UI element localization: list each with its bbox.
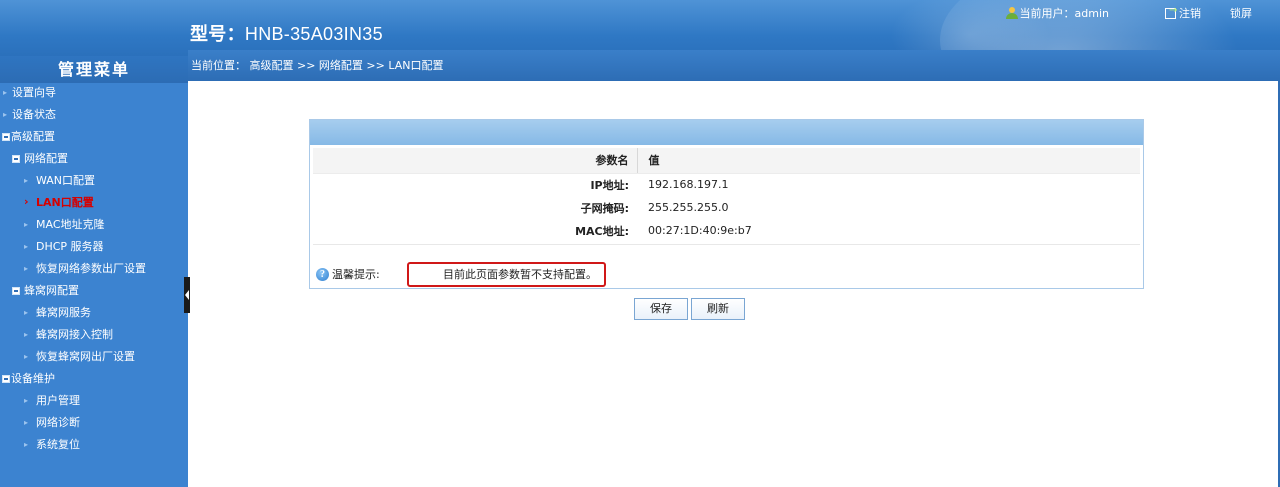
sidebar: 管理菜单 ▸ 设置向导 ▸ 设备状态 高级配置 网络配置 ▸ WAN口配置 › LAN口… — [0, 56, 188, 487]
sidebar-item-device-status[interactable]: ▸ 设备状态 — [0, 104, 188, 126]
table-row: 子网掩码: 255.255.255.0 — [313, 196, 1140, 219]
sidebar-item-label: 网络诊断 — [36, 416, 80, 429]
sidebar-item-system-reset[interactable]: ▸ 系统复位 — [0, 434, 188, 456]
sidebar-item-label: 恢复网络参数出厂设置 — [36, 262, 146, 275]
bullet-icon: ▸ — [24, 352, 29, 361]
sidebar-item-advanced-config[interactable]: 高级配置 — [0, 126, 188, 148]
sidebar-item-network-config[interactable]: 网络配置 — [0, 148, 188, 170]
bullet-icon: ▸ — [24, 330, 29, 339]
header-value: 值 — [636, 148, 1140, 174]
collapse-icon — [12, 287, 20, 295]
sidebar-item-label: 系统复位 — [36, 438, 80, 451]
sidebar-item-label: 网络配置 — [24, 152, 68, 165]
sidebar-item-label: DHCP 服务器 — [36, 240, 104, 253]
sidebar-title: 管理菜单 — [0, 56, 188, 83]
breadcrumb-bar: 当前位置： 高级配置 >> 网络配置 >> LAN口配置 — [188, 50, 1280, 81]
bullet-icon: ▸ — [24, 396, 29, 405]
sidebar-item-cellular-factory-reset[interactable]: ▸ 恢复蜂窝网出厂设置 — [0, 346, 188, 368]
collapse-icon — [12, 155, 20, 163]
sidebar-item-label: MAC地址克隆 — [36, 218, 105, 231]
sidebar-item-label: 蜂窝网服务 — [36, 306, 91, 319]
tip-message: 目前此页面参数暂不支持配置。 — [407, 262, 606, 287]
lock-screen-label: 锁屏 — [1230, 7, 1252, 20]
sidebar-item-label: 设置向导 — [12, 86, 56, 99]
sidebar-item-network-factory-reset[interactable]: ▸ 恢复网络参数出厂设置 — [0, 258, 188, 280]
panel-header — [310, 120, 1143, 145]
chevron-right-icon: › — [24, 195, 29, 208]
logout-link[interactable]: 注销 — [1165, 5, 1201, 21]
sidebar-item-label: 蜂窝网配置 — [24, 284, 79, 297]
row-value: 00:27:1D:40:9e:b7 — [648, 224, 752, 237]
logout-label: 注销 — [1179, 7, 1201, 20]
sidebar-item-device-maintenance[interactable]: 设备维护 — [0, 368, 188, 390]
row-value: 192.168.197.1 — [648, 178, 729, 192]
table-header-row: 参数名 值 — [313, 148, 1140, 174]
header-param-name: 参数名 — [313, 148, 637, 174]
model-value: HNB-35A03IN35 — [244, 24, 383, 44]
info-icon: ? — [316, 267, 329, 281]
sidebar-item-label: WAN口配置 — [36, 174, 96, 187]
sidebar-item-mac-clone[interactable]: ▸ MAC地址克隆 — [0, 214, 188, 236]
sidebar-item-user-management[interactable]: ▸ 用户管理 — [0, 390, 188, 412]
bullet-icon: ▸ — [24, 220, 29, 229]
sidebar-item-wan-config[interactable]: ▸ WAN口配置 — [0, 170, 188, 192]
sidebar-item-label: 蜂窝网接入控制 — [36, 328, 113, 341]
breadcrumb: 当前位置： 高级配置 >> 网络配置 >> LAN口配置 — [191, 59, 444, 72]
row-name: MAC地址: — [575, 224, 629, 238]
table-row: MAC地址: 00:27:1D:40:9e:b7 — [313, 219, 1140, 242]
current-user: 当前用户：admin — [1005, 5, 1109, 21]
bullet-icon: ▸ — [24, 264, 29, 273]
sidebar-item-cellular-config[interactable]: 蜂窝网配置 — [0, 280, 188, 302]
model-title: 型号：HNB-35A03IN35 — [190, 20, 383, 46]
sidebar-item-setup-wizard[interactable]: ▸ 设置向导 — [0, 82, 188, 104]
row-name: IP地址: — [590, 178, 629, 192]
logout-icon — [1165, 5, 1177, 19]
param-table: 参数名 值 IP地址: 192.168.197.1 子网掩码: 255.255.… — [313, 148, 1140, 242]
bullet-icon: ▸ — [3, 110, 8, 119]
sidebar-item-lan-config[interactable]: › LAN口配置 — [0, 192, 188, 214]
lan-config-panel: 参数名 值 IP地址: 192.168.197.1 子网掩码: 255.255.… — [309, 119, 1144, 289]
bullet-icon: ▸ — [24, 176, 29, 185]
model-label: 型号： — [190, 24, 245, 44]
collapse-icon — [2, 133, 10, 141]
current-user-label: 当前用户：admin — [1019, 7, 1109, 20]
save-button[interactable]: 保存 — [634, 298, 688, 320]
lock-screen-link[interactable]: 锁屏 — [1230, 5, 1252, 21]
user-icon — [1005, 7, 1019, 19]
sidebar-item-label: 设备维护 — [11, 372, 55, 385]
sidebar-item-cellular-service[interactable]: ▸ 蜂窝网服务 — [0, 302, 188, 324]
sidebar-item-cellular-access-control[interactable]: ▸ 蜂窝网接入控制 — [0, 324, 188, 346]
bullet-icon: ▸ — [3, 88, 8, 97]
bullet-icon: ▸ — [24, 242, 29, 251]
sidebar-item-label: LAN口配置 — [36, 196, 94, 209]
bullet-icon: ▸ — [24, 418, 29, 427]
bullet-icon: ▸ — [24, 308, 29, 317]
sidebar-collapse-handle[interactable] — [184, 277, 190, 313]
sidebar-item-label: 用户管理 — [36, 394, 80, 407]
row-value: 255.255.255.0 — [648, 201, 729, 214]
tip-label-text: 温馨提示: — [332, 268, 380, 281]
bullet-icon: ▸ — [24, 440, 29, 449]
sidebar-item-label: 高级配置 — [11, 130, 55, 143]
sidebar-item-network-diagnostics[interactable]: ▸ 网络诊断 — [0, 412, 188, 434]
collapse-icon — [2, 375, 10, 383]
sidebar-menu: ▸ 设置向导 ▸ 设备状态 高级配置 网络配置 ▸ WAN口配置 › LAN口配置 ▸ M… — [0, 82, 188, 456]
user-bar: 当前用户：admin 注销 锁屏 — [997, 5, 1252, 21]
table-row: IP地址: 192.168.197.1 — [313, 173, 1140, 196]
sidebar-item-label: 设备状态 — [12, 108, 56, 121]
tip-label: ? 温馨提示: — [316, 266, 380, 282]
row-name: 子网掩码: — [580, 201, 629, 215]
sidebar-item-dhcp-server[interactable]: ▸ DHCP 服务器 — [0, 236, 188, 258]
refresh-button[interactable]: 刷新 — [691, 298, 745, 320]
table-divider — [313, 244, 1140, 245]
sidebar-item-label: 恢复蜂窝网出厂设置 — [36, 350, 135, 363]
